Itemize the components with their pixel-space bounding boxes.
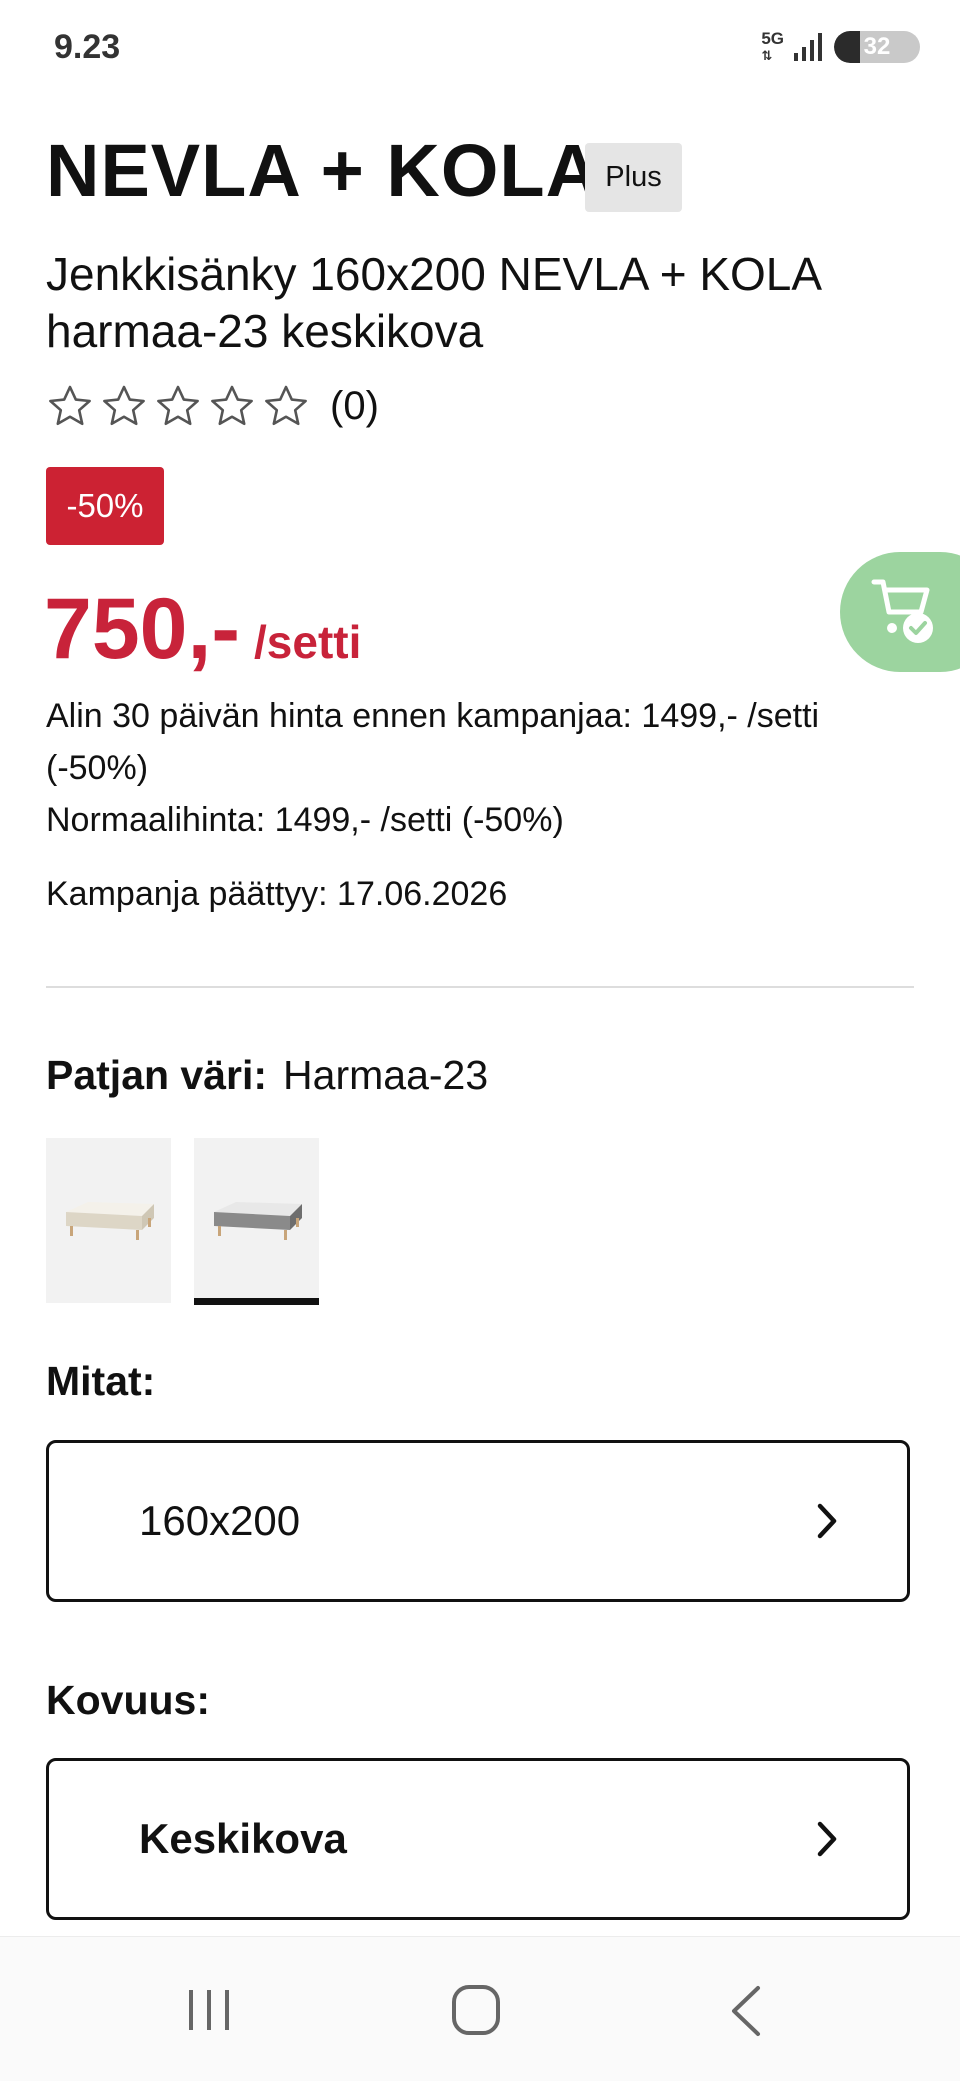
price-unit: /setti	[254, 616, 362, 668]
color-selector-label: Patjan väri: Harmaa-23	[46, 1052, 488, 1099]
color-swatch-beige[interactable]	[46, 1138, 171, 1303]
size-label: Mitat:	[46, 1358, 156, 1404]
system-nav-bar	[0, 1936, 960, 2081]
home-icon[interactable]	[451, 1984, 501, 2036]
color-swatch-grey[interactable]	[194, 1138, 319, 1303]
star-outline-icon	[103, 385, 145, 426]
battery-level: 32	[863, 33, 891, 60]
network-type-icon: 5G ⇅	[761, 30, 784, 64]
divider	[46, 986, 914, 988]
firmness-selector[interactable]: Keskikova	[46, 1758, 910, 1920]
star-outline-icon	[49, 385, 91, 426]
status-bar: 9.23 5G ⇅ 32	[0, 0, 960, 100]
price-info: Alin 30 päivän hinta ennen kampanjaa: 14…	[46, 690, 926, 846]
star-outline-icon	[265, 385, 307, 426]
size-selector[interactable]: 160x200	[46, 1440, 910, 1602]
selected-swatch-indicator	[194, 1298, 319, 1305]
discount-badge: -50%	[46, 467, 164, 545]
data-arrows-icon: ⇅	[761, 48, 773, 63]
color-label: Patjan väri:	[46, 1052, 268, 1098]
status-icons: 5G ⇅ 32	[761, 30, 920, 64]
bed-grey-image	[214, 1202, 302, 1240]
price-amount: 750,-	[44, 581, 241, 677]
status-time: 9.23	[54, 28, 121, 66]
lowest-price-text: Alin 30 päivän hinta ennen kampanjaa: 14…	[46, 697, 820, 787]
normal-price-text: Normaalihinta: 1499,- /setti (-50%)	[46, 801, 564, 839]
rating[interactable]: (0)	[46, 382, 379, 430]
plus-badge: Plus	[585, 143, 682, 212]
back-icon[interactable]	[730, 1985, 762, 2037]
add-to-cart-button[interactable]	[840, 552, 960, 672]
color-value: Harmaa-23	[283, 1052, 489, 1098]
battery-icon: 32	[834, 31, 920, 63]
chevron-right-icon	[817, 1821, 837, 1857]
firmness-label: Kovuus:	[46, 1677, 210, 1723]
star-outline-icon	[211, 385, 253, 426]
network-type-label: 5G	[761, 29, 784, 48]
star-outline-icon	[157, 385, 199, 426]
recent-apps-icon[interactable]	[186, 1987, 232, 2033]
product-description: Jenkkisänky 160x200 NEVLA + KOLA harmaa-…	[46, 248, 820, 357]
rating-count: (0)	[330, 383, 379, 428]
product-name: NEVLA + KOLA	[46, 129, 601, 212]
price: 750,-/setti	[44, 580, 361, 679]
campaign-end-text: Kampanja päättyy: 17.06.2026	[46, 875, 508, 913]
signal-icon	[794, 33, 822, 61]
chevron-right-icon	[817, 1503, 837, 1539]
firmness-value: Keskikova	[139, 1815, 347, 1862]
cart-check-icon	[871, 579, 933, 643]
size-value: 160x200	[139, 1497, 301, 1544]
bed-beige-image	[66, 1202, 154, 1240]
